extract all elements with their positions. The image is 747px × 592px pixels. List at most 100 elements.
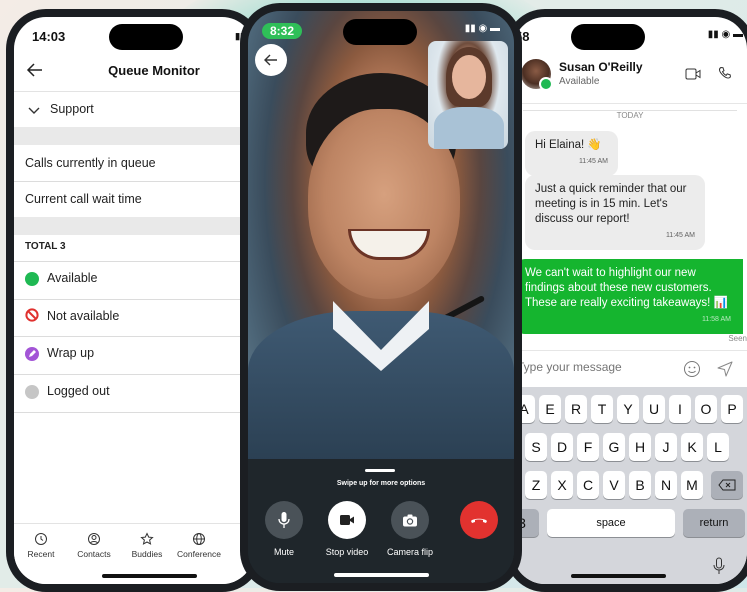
signal-wifi-battery-icon: ▮▮ ◉ ▬	[464, 23, 500, 34]
key-e[interactable]: E	[539, 395, 561, 423]
key-f[interactable]: F	[577, 433, 599, 461]
home-indicator	[102, 574, 197, 578]
status-time-pill: 8:32	[262, 23, 303, 39]
phone-call-icon[interactable]	[718, 66, 732, 85]
contacts-icon	[88, 533, 100, 545]
queue-row: Calls currently in queue	[14, 145, 254, 182]
key-y[interactable]: Y	[617, 395, 639, 423]
key-j[interactable]: J	[655, 433, 677, 461]
camera-flip-button[interactable]	[391, 501, 429, 539]
tab-contacts[interactable]: Contacts	[69, 532, 119, 559]
return-key[interactable]: return	[683, 509, 745, 537]
seen-receipt: Seen	[728, 334, 747, 343]
backspace-icon	[718, 479, 736, 491]
status-label: Not available	[47, 308, 120, 323]
wrap-up-pencil-icon	[25, 346, 39, 361]
avatar[interactable]	[521, 59, 553, 91]
end-call-control[interactable]	[443, 501, 514, 547]
message-time: 11:58 AM	[701, 316, 731, 323]
send-icon[interactable]	[716, 360, 734, 383]
space-key[interactable]: space	[547, 509, 675, 537]
camera-flip-icon	[403, 514, 417, 526]
emoji-icon[interactable]	[683, 360, 701, 383]
status-row-not-available[interactable]: Not available	[14, 299, 254, 337]
globe-icon	[193, 533, 205, 545]
notch	[571, 24, 645, 50]
message-bubble-outgoing: We can't wait to highlight our new findi…	[515, 259, 743, 334]
online-status-dot	[539, 77, 553, 91]
key-o[interactable]: O	[695, 395, 717, 423]
camera-flip-control[interactable]: Camera flip	[374, 501, 446, 557]
shirt-shape	[248, 311, 514, 461]
key-r[interactable]: R	[565, 395, 587, 423]
backspace-key[interactable]	[711, 471, 743, 499]
key-t[interactable]: T	[591, 395, 613, 423]
key-h[interactable]: H	[629, 433, 651, 461]
clock-icon	[35, 533, 47, 545]
mute-label: Mute	[273, 547, 294, 557]
self-face-shape	[452, 55, 486, 99]
total-label: TOTAL 3	[25, 241, 66, 252]
day-label: TODAY	[608, 111, 652, 120]
message-text: We can't wait to highlight our new findi…	[525, 267, 728, 309]
key-u[interactable]: U	[643, 395, 665, 423]
mute-control[interactable]: Mute	[248, 501, 320, 557]
home-indicator	[571, 574, 666, 578]
status-row-wrap-up[interactable]: Wrap up	[14, 337, 254, 375]
key-d[interactable]: D	[551, 433, 573, 461]
key-v[interactable]: V	[603, 471, 625, 499]
stop-video-control[interactable]: Stop video	[311, 501, 383, 557]
key-i[interactable]: I	[669, 395, 691, 423]
message-text: Just a quick reminder that our meeting i…	[535, 183, 687, 225]
status-row-available[interactable]: Available	[14, 261, 254, 300]
message-composer	[513, 350, 747, 388]
key-g[interactable]: G	[603, 433, 625, 461]
microphone-icon[interactable]	[713, 557, 725, 580]
key-m[interactable]: M	[681, 471, 703, 499]
key-l[interactable]: L	[707, 433, 729, 461]
contact-name[interactable]: Susan O'Reilly	[559, 60, 643, 74]
section-divider	[14, 127, 254, 145]
mute-button[interactable]	[265, 501, 303, 539]
stop-video-label: Stop video	[325, 547, 369, 557]
tab-label: Recent	[27, 549, 55, 559]
battery-icon: ▮▮ ◉ ▬	[707, 29, 743, 40]
key-p[interactable]: P	[721, 395, 743, 423]
home-indicator	[334, 573, 429, 577]
wait-time-row: Current call wait time 0	[14, 181, 254, 218]
tab-conference[interactable]: Conference	[174, 532, 224, 559]
tab-label: Contacts	[77, 549, 111, 559]
back-arrow-icon	[264, 54, 277, 66]
self-view-video[interactable]	[428, 41, 508, 149]
message-time: 11:45 AM	[665, 232, 695, 239]
message-bubble-incoming: Hi Elaina! 👋 11:45 AM	[525, 131, 618, 176]
key-z[interactable]: Z	[525, 471, 547, 499]
message-input[interactable]	[515, 359, 669, 375]
key-s[interactable]: S	[525, 433, 547, 461]
call-controls: Swipe up for more options Mute Stop vide…	[248, 459, 514, 583]
video-call-icon[interactable]	[685, 67, 701, 85]
group-selector[interactable]: Support	[14, 92, 254, 129]
key-k[interactable]: K	[681, 433, 703, 461]
key-b[interactable]: B	[629, 471, 651, 499]
message-time: 11:45 AM	[578, 158, 608, 165]
row-label: Calls currently in queue	[25, 156, 156, 170]
end-call-button[interactable]	[460, 501, 498, 539]
notch	[343, 19, 417, 45]
stop-video-button[interactable]	[328, 501, 366, 539]
status-label: Wrap up	[47, 346, 95, 360]
day-divider: TODAY	[523, 105, 737, 123]
status-row-logged-out[interactable]: Logged out	[14, 375, 254, 413]
phone-chat: 58 ▮▮ ◉ ▬ Susan O'Reilly Available TODAY…	[505, 9, 747, 592]
bottom-tab-bar: Recent Contacts Buddies Conference	[14, 523, 254, 584]
key-n[interactable]: N	[655, 471, 677, 499]
tab-buddies[interactable]: Buddies	[122, 532, 172, 559]
swipe-handle[interactable]	[365, 469, 395, 472]
key-c[interactable]: C	[577, 471, 599, 499]
phone-video-call: 8:32 ▮▮ ◉ ▬ Swipe up for more options Mu…	[240, 3, 522, 591]
tab-recent[interactable]: Recent	[16, 532, 66, 559]
status-label: Logged out	[47, 384, 110, 398]
back-button[interactable]	[255, 44, 287, 76]
key-x[interactable]: X	[551, 471, 573, 499]
notch	[109, 24, 183, 50]
